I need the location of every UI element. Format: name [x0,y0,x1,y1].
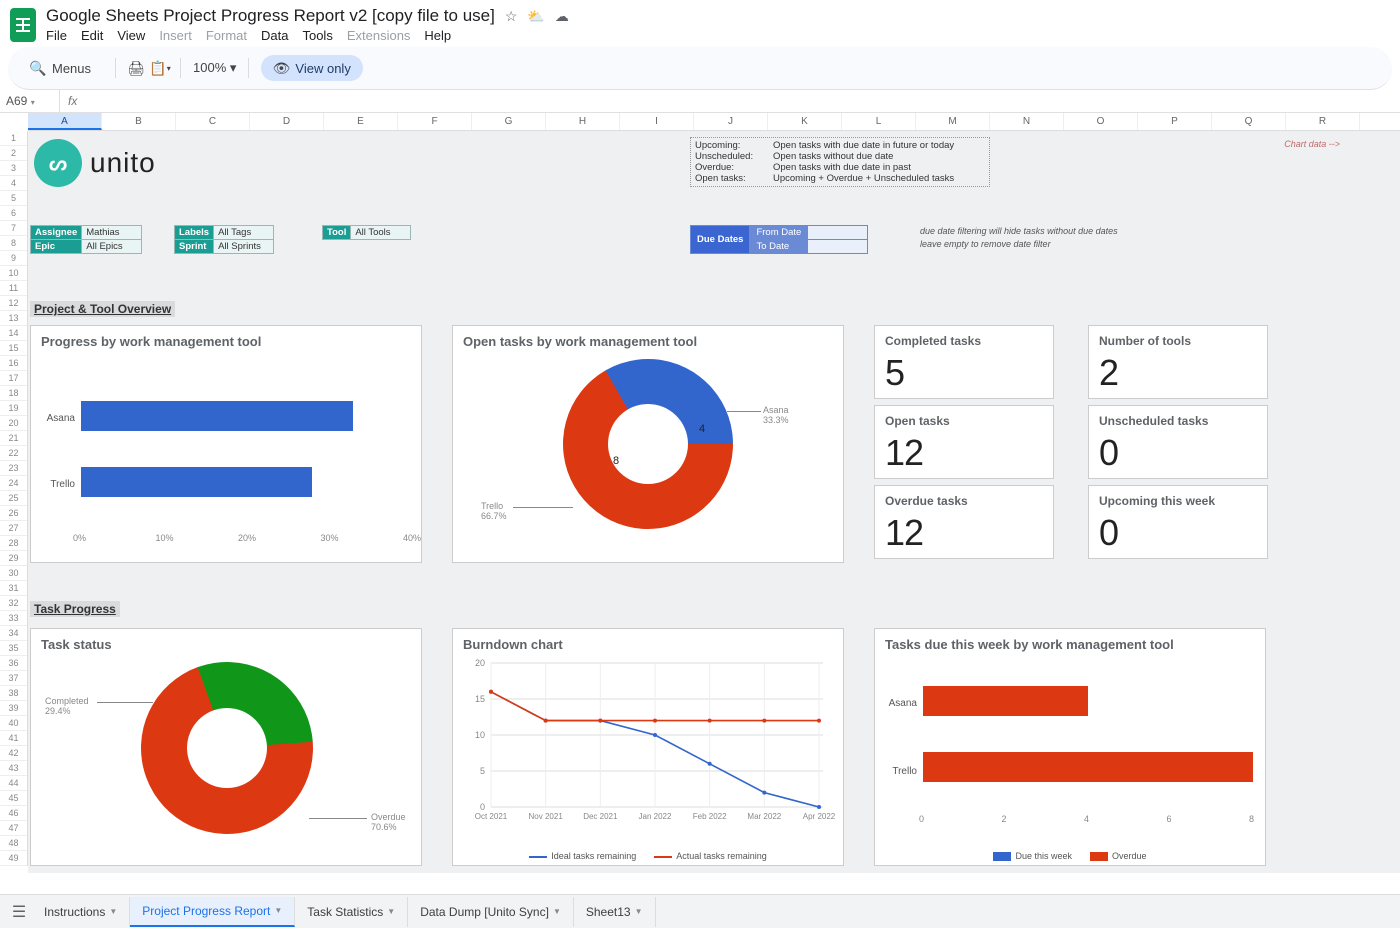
scorecard-number-of-tools: Number of tools2 [1088,325,1268,399]
svg-text:0: 0 [480,802,485,812]
due-dates-filter[interactable]: Due DatesFrom Date To Date [690,225,868,254]
menu-format[interactable]: Format [206,28,247,43]
sheet-tab-sheet13[interactable]: Sheet13 ▼ [574,897,656,927]
all-sheets-icon[interactable]: ☰ [8,902,30,922]
sheet-tab-instructions[interactable]: Instructions ▼ [32,897,130,927]
chart-data-link: Chart data --> [1284,139,1340,149]
clipboard-icon[interactable]: 📋▾ [152,60,168,76]
chart-burndown: Burndown chart 05101520Oct 2021Nov 2021D… [452,628,844,866]
svg-text:Feb 2022: Feb 2022 [693,812,727,821]
chart-due-this-week: Tasks due this week by work management t… [874,628,1266,866]
svg-text:10: 10 [475,730,485,740]
menu-file[interactable]: File [46,28,67,43]
filter-assignee[interactable]: AssigneeMathias EpicAll Epics [30,225,142,254]
menu-edit[interactable]: Edit [81,28,103,43]
unito-logo: ᔕ unito [34,139,156,187]
sheet-tab-data-dump-unito-sync-[interactable]: Data Dump [Unito Sync] ▼ [408,897,574,927]
chart-open-by-tool: Open tasks by work management tool 4 8 A… [452,325,844,563]
sheets-logo-icon[interactable] [10,8,36,42]
menu-view[interactable]: View [117,28,145,43]
formula-bar[interactable]: fx [60,90,85,112]
due-week-legend: Due this week Overdue [875,851,1265,861]
name-box[interactable]: A69 ▾ [0,90,60,112]
zoom-select[interactable]: 100% ▾ [193,60,236,76]
bar-asana [81,401,353,431]
svg-text:Oct 2021: Oct 2021 [475,812,508,821]
document-title[interactable]: Google Sheets Project Progress Report v2… [46,6,495,26]
scorecard-overdue-tasks: Overdue tasks12 [874,485,1054,559]
toolbar: 🔍 Menus 🖨 📋▾ 100% ▾ 👁 View only [8,47,1392,90]
print-icon[interactable]: 🖨 [128,60,144,76]
filter-tool[interactable]: ToolAll Tools [322,225,411,240]
cloud-status-icon[interactable]: ⛅ [527,8,544,25]
unito-wordmark: unito [90,147,156,179]
sheet-tab-task-statistics[interactable]: Task Statistics ▼ [295,897,408,927]
chart-task-status: Task status Completed 29.4% Overdue 70.6… [30,628,422,866]
svg-text:15: 15 [475,694,485,704]
scorecard-completed-tasks: Completed tasks5 [874,325,1054,399]
svg-text:Jan 2022: Jan 2022 [639,812,672,821]
cloud-icon[interactable]: ☁ [555,8,569,25]
row-headers[interactable]: 1234567891011121314151617181920212223242… [0,131,28,866]
unito-mark-icon: ᔕ [34,139,82,187]
menu-tools[interactable]: Tools [302,28,332,43]
svg-text:20: 20 [475,658,485,668]
section-task-progress-title: Task Progress [30,601,120,617]
menu-bar: File Edit View Insert Format Data Tools Extensi… [46,26,569,43]
burndown-legend: Ideal tasks remaining Actual tasks remai… [453,851,843,861]
menu-help[interactable]: Help [424,28,451,43]
view-only-chip[interactable]: 👁 View only [261,55,362,81]
sheet-tab-project-progress-report[interactable]: Project Progress Report ▼ [130,897,295,927]
star-icon[interactable]: ☆ [505,8,518,25]
scorecard-unscheduled-tasks: Unscheduled tasks0 [1088,405,1268,479]
spreadsheet-grid[interactable]: ABCDEFGHIJKLMNOPQR 123456789101112131415… [0,113,1400,873]
sheet-tab-bar: ☰ Instructions ▼Project Progress Report … [0,894,1400,928]
legend-definitions: Upcoming:Open tasks with due date in fut… [690,137,990,187]
filter-labels[interactable]: LabelsAll Tags SprintAll Sprints [174,225,274,254]
svg-text:Mar 2022: Mar 2022 [747,812,781,821]
menu-data[interactable]: Data [261,28,288,43]
scorecard-upcoming-this-week: Upcoming this week0 [1088,485,1268,559]
svg-text:Nov 2021: Nov 2021 [529,812,564,821]
menu-extensions[interactable]: Extensions [347,28,411,43]
eye-icon: 👁 [273,60,289,76]
search-icon: 🔍 [30,60,46,76]
bar-trello [81,467,312,497]
svg-text:Dec 2021: Dec 2021 [583,812,618,821]
section-overview-title: Project & Tool Overview [30,301,175,317]
due-dates-note: due date filtering will hide tasks witho… [920,225,1118,251]
scorecard-open-tasks: Open tasks12 [874,405,1054,479]
svg-text:5: 5 [480,766,485,776]
chart-progress-by-tool: Progress by work management tool Asana T… [30,325,422,563]
app-bar: Google Sheets Project Progress Report v2… [0,0,1400,43]
name-box-row: A69 ▾ fx [0,90,1400,113]
column-headers[interactable]: ABCDEFGHIJKLMNOPQR [28,113,1400,131]
svg-text:Apr 2022: Apr 2022 [803,812,835,821]
menu-insert[interactable]: Insert [159,28,192,43]
menus-label: Menus [52,61,91,76]
search-menus-chip[interactable]: 🔍 Menus [18,55,103,81]
